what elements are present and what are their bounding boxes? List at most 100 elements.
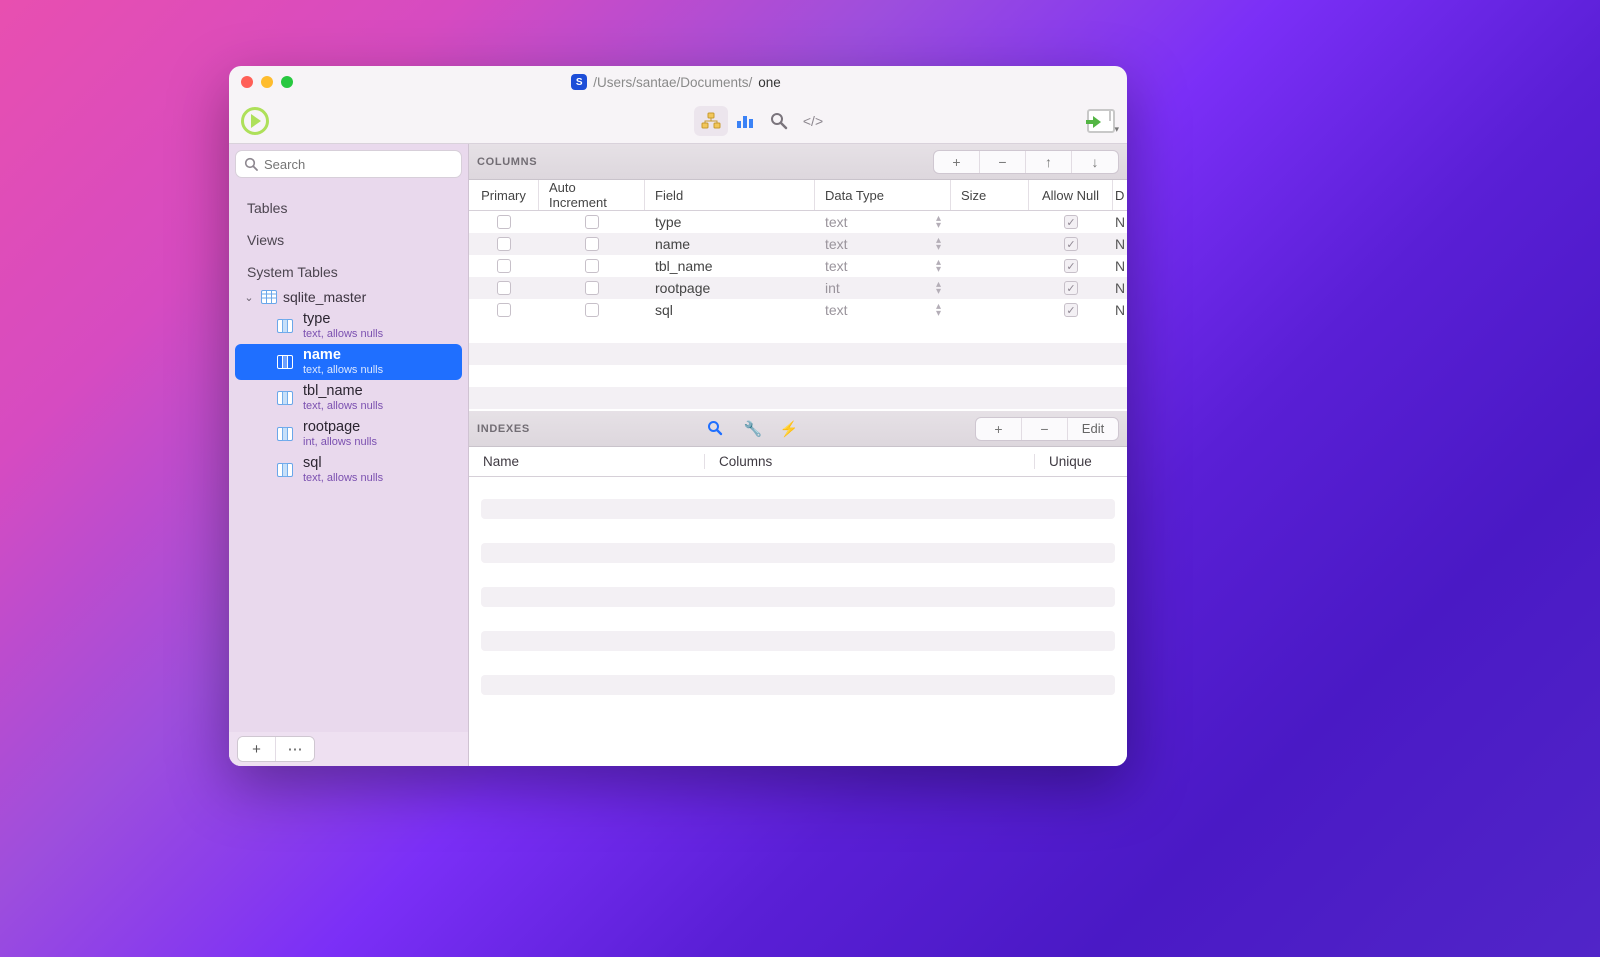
view-mode-segment: </> bbox=[694, 106, 830, 136]
stepper-icon: ▴▾ bbox=[936, 237, 941, 251]
sidebar-column-sql[interactable]: sql text, allows nulls bbox=[229, 452, 468, 488]
toolbar: </> ▾ bbox=[229, 98, 1127, 144]
add-column-button[interactable]: + bbox=[934, 151, 980, 173]
sidebar-column-rootpage[interactable]: rootpage int, allows nulls bbox=[229, 416, 468, 452]
sidebar-column-type[interactable]: type text, allows nulls bbox=[229, 308, 468, 344]
primary-checkbox[interactable] bbox=[497, 303, 511, 317]
allow-null-checkbox[interactable]: ✓ bbox=[1064, 237, 1078, 251]
stepper-icon: ▴▾ bbox=[936, 281, 941, 295]
header-data-type[interactable]: Data Type bbox=[815, 180, 951, 210]
sidebar-column-sub: int, allows nulls bbox=[303, 436, 377, 448]
columns-panel-title: COLUMNS bbox=[477, 156, 537, 168]
header-index-name[interactable]: Name bbox=[469, 454, 705, 469]
structure-view-button[interactable] bbox=[694, 106, 728, 136]
close-window-button[interactable] bbox=[241, 76, 253, 88]
move-up-button[interactable]: ↑ bbox=[1026, 151, 1072, 173]
header-size[interactable]: Size bbox=[951, 180, 1029, 210]
sidebar-column-name: tbl_name bbox=[303, 384, 383, 400]
indexes-table-body bbox=[469, 477, 1127, 766]
sidebar-column-name[interactable]: name text, allows nulls bbox=[235, 344, 462, 380]
bolt-icon[interactable]: ⚡ bbox=[779, 420, 797, 438]
move-down-button[interactable]: ↓ bbox=[1072, 151, 1118, 173]
header-index-unique[interactable]: Unique bbox=[1035, 454, 1127, 469]
sidebar-column-sub: text, allows nulls bbox=[303, 472, 383, 484]
wrench-icon[interactable]: 🔧 bbox=[743, 420, 761, 438]
structure-icon bbox=[701, 112, 721, 130]
sidebar-column-name: rootpage bbox=[303, 420, 377, 436]
columns-empty-rows bbox=[469, 321, 1127, 411]
header-index-columns[interactable]: Columns bbox=[705, 454, 1035, 469]
run-button[interactable] bbox=[241, 107, 269, 135]
export-button[interactable]: ▾ bbox=[1087, 109, 1115, 133]
add-index-button[interactable]: + bbox=[976, 418, 1022, 440]
data-type-select[interactable]: text▴▾ bbox=[825, 214, 941, 230]
auto-increment-checkbox[interactable] bbox=[585, 303, 599, 317]
search-field[interactable] bbox=[235, 150, 462, 178]
allow-null-checkbox[interactable]: ✓ bbox=[1064, 259, 1078, 273]
indexes-panel-title: INDEXES bbox=[477, 423, 530, 435]
header-field[interactable]: Field bbox=[645, 180, 815, 210]
auto-increment-checkbox[interactable] bbox=[585, 215, 599, 229]
sidebar-section-system-tables[interactable]: System Tables bbox=[229, 254, 468, 286]
sidebar-table-label: sqlite_master bbox=[283, 289, 366, 305]
sidebar-footer: + ⋯ bbox=[229, 732, 468, 766]
edit-index-button[interactable]: Edit bbox=[1068, 418, 1118, 440]
app-window: S /Users/santae/Documents/one </> bbox=[229, 66, 1127, 766]
search-view-button[interactable] bbox=[762, 106, 796, 136]
sidebar-column-tbl_name[interactable]: tbl_name text, allows nulls bbox=[229, 380, 468, 416]
empty-row bbox=[481, 587, 1115, 607]
column-row[interactable]: name text▴▾ ✓ N bbox=[469, 233, 1127, 255]
main-panel: COLUMNS + − ↑ ↓ Primary Auto Increment F… bbox=[469, 144, 1127, 766]
column-row[interactable]: type text▴▾ ✓ N bbox=[469, 211, 1127, 233]
allow-null-checkbox[interactable]: ✓ bbox=[1064, 303, 1078, 317]
indexes-table-header: Name Columns Unique bbox=[469, 447, 1127, 477]
column-row[interactable]: tbl_name text▴▾ ✓ N bbox=[469, 255, 1127, 277]
primary-checkbox[interactable] bbox=[497, 237, 511, 251]
auto-increment-checkbox[interactable] bbox=[585, 259, 599, 273]
magnifier-icon[interactable] bbox=[707, 420, 725, 438]
stepper-icon: ▴▾ bbox=[936, 259, 941, 273]
data-type-select[interactable]: text▴▾ bbox=[825, 302, 941, 318]
titlebar: S /Users/santae/Documents/one bbox=[229, 66, 1127, 98]
header-allow-null[interactable]: Allow Null bbox=[1029, 180, 1113, 210]
primary-checkbox[interactable] bbox=[497, 281, 511, 295]
sidebar-section-views[interactable]: Views bbox=[229, 222, 468, 254]
sidebar-table-sqlite-master[interactable]: ⌄ sqlite_master bbox=[229, 286, 468, 308]
columns-actions: + − ↑ ↓ bbox=[933, 150, 1119, 174]
columns-table-body: type text▴▾ ✓ N name text▴▾ ✓ N tbl_name… bbox=[469, 211, 1127, 321]
column-row[interactable]: rootpage int▴▾ ✓ N bbox=[469, 277, 1127, 299]
data-view-button[interactable] bbox=[728, 106, 762, 136]
column-row[interactable]: sql text▴▾ ✓ N bbox=[469, 299, 1127, 321]
auto-increment-checkbox[interactable] bbox=[585, 237, 599, 251]
more-button[interactable]: ⋯ bbox=[276, 737, 314, 761]
zoom-window-button[interactable] bbox=[281, 76, 293, 88]
window-controls bbox=[241, 76, 293, 88]
indexes-panel-header: INDEXES 🔧 ⚡ + − Edit bbox=[469, 411, 1127, 447]
primary-checkbox[interactable] bbox=[497, 215, 511, 229]
data-type-select[interactable]: text▴▾ bbox=[825, 236, 941, 252]
header-auto-increment[interactable]: Auto Increment bbox=[539, 180, 645, 210]
header-primary[interactable]: Primary bbox=[469, 180, 539, 210]
sidebar-column-name: name bbox=[303, 348, 383, 364]
add-button[interactable]: + bbox=[238, 737, 276, 761]
sql-view-button[interactable]: </> bbox=[796, 106, 830, 136]
column-icon bbox=[277, 427, 293, 441]
auto-increment-checkbox[interactable] bbox=[585, 281, 599, 295]
column-icon bbox=[277, 319, 293, 333]
minimize-window-button[interactable] bbox=[261, 76, 273, 88]
data-type-select[interactable]: text▴▾ bbox=[825, 258, 941, 274]
primary-checkbox[interactable] bbox=[497, 259, 511, 273]
remove-column-button[interactable]: − bbox=[980, 151, 1026, 173]
stepper-icon: ▴▾ bbox=[936, 303, 941, 317]
sidebar-section-tables[interactable]: Tables bbox=[229, 190, 468, 222]
allow-null-checkbox[interactable]: ✓ bbox=[1064, 215, 1078, 229]
remove-index-button[interactable]: − bbox=[1022, 418, 1068, 440]
allow-null-checkbox[interactable]: ✓ bbox=[1064, 281, 1078, 295]
data-type-select[interactable]: int▴▾ bbox=[825, 280, 941, 296]
header-default[interactable]: D bbox=[1113, 180, 1127, 210]
search-input[interactable] bbox=[264, 157, 453, 172]
sidebar-column-name: type bbox=[303, 312, 383, 328]
chevron-down-icon[interactable]: ⌄ bbox=[243, 291, 255, 304]
indexes-center-icons: 🔧 ⚡ bbox=[530, 420, 975, 438]
title-path-name: one bbox=[758, 75, 781, 90]
